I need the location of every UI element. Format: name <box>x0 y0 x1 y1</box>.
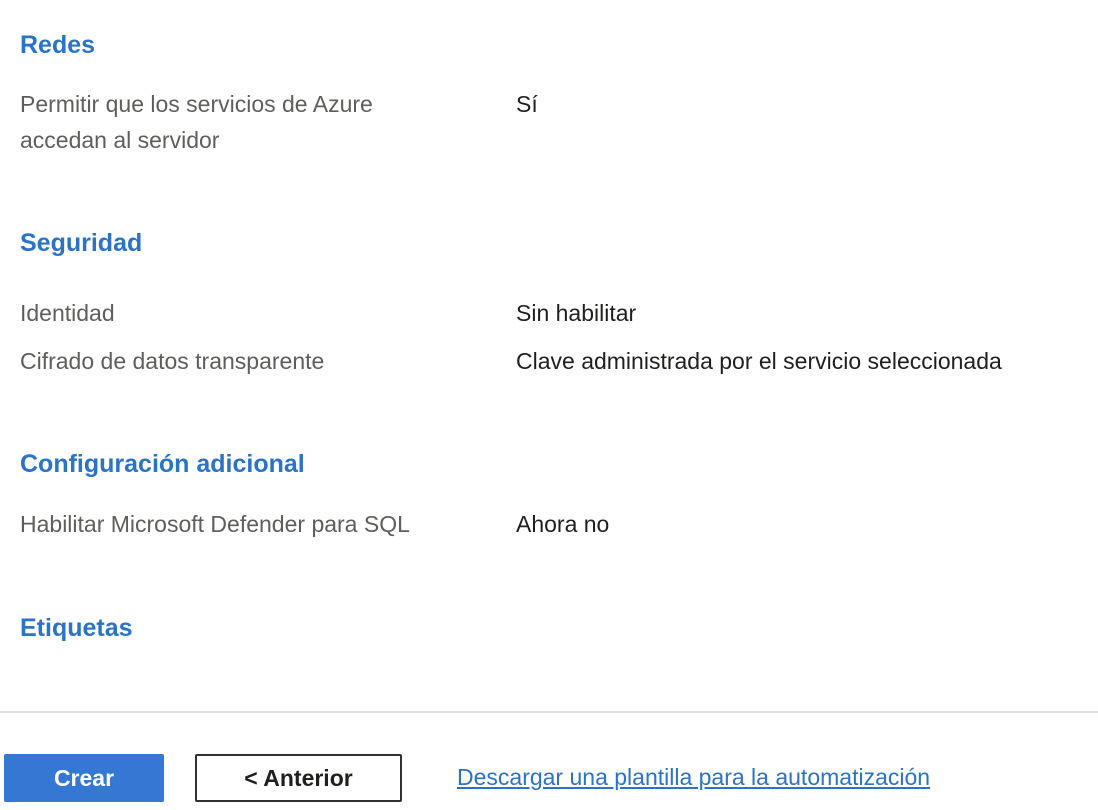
label-defender-for-sql: Habilitar Microsoft Defender para SQL <box>20 511 410 537</box>
label-allow-azure-services: Permitir que los servicios de Azure acce… <box>20 91 373 153</box>
review-create-page: Redes Permitir que los servicios de Azur… <box>0 0 1098 810</box>
section-title-security: Seguridad <box>20 229 143 257</box>
value-defender-for-sql: Ahora no <box>516 511 610 537</box>
label-identity: Identidad <box>20 300 115 326</box>
section-title-additional-settings: Configuración adicional <box>20 450 305 478</box>
value-allow-azure-services: Sí <box>516 91 538 117</box>
value-transparent-data-encryption: Clave administrada por el servicio selec… <box>516 348 1002 374</box>
section-title-networking: Redes <box>20 31 96 59</box>
download-template-link[interactable]: Descargar una plantilla para la automati… <box>457 760 930 794</box>
value-identity: Sin habilitar <box>516 300 637 326</box>
label-transparent-data-encryption: Cifrado de datos transparente <box>20 348 325 374</box>
footer-divider <box>0 711 1098 713</box>
previous-button[interactable]: < Anterior <box>195 754 402 802</box>
create-button[interactable]: Crear <box>4 754 164 802</box>
section-title-tags: Etiquetas <box>20 614 133 642</box>
